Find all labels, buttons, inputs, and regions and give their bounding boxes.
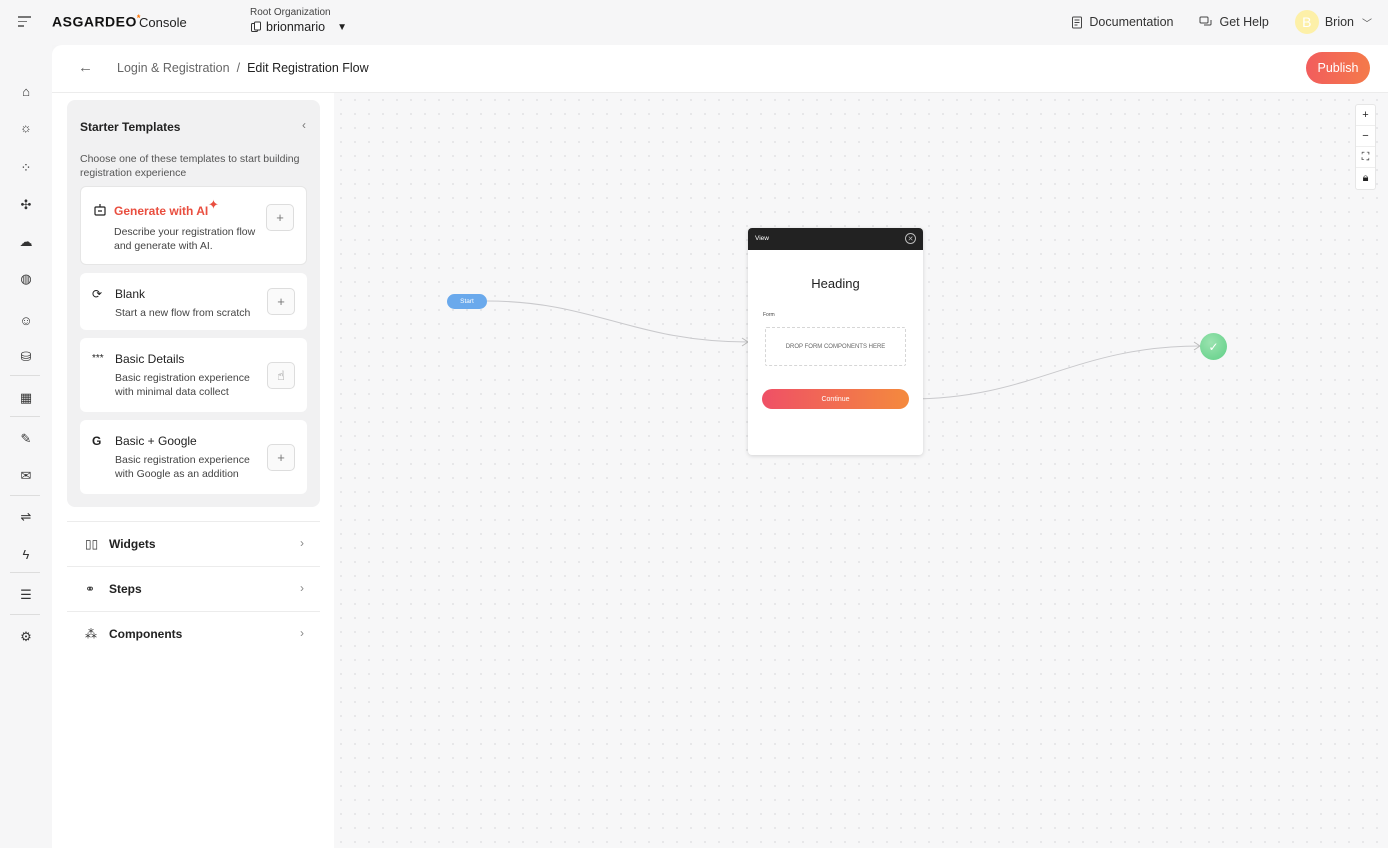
signature-icon[interactable]: ✎ [18,431,34,447]
template-desc: Start a new flow from scratch [115,307,251,319]
breadcrumb-current: Edit Registration Flow [247,61,369,75]
connections-icon[interactable]: ✣ [18,197,34,213]
template-name: Basic + Google [115,434,197,448]
ai-robot-icon [94,204,106,216]
password-icon: *** [92,353,104,364]
template-name: Generate with AI [114,204,209,218]
bulb-icon[interactable]: ☼ [18,119,34,135]
breadcrumb-separator: / [236,61,241,75]
user-icon[interactable]: ☺ [18,312,34,328]
organization-icon[interactable]: ▦ [18,390,34,406]
template-name: Blank [115,287,146,301]
add-template-button[interactable]: + [267,288,295,315]
hand-cursor-icon: ☝ [277,367,285,383]
starter-description: Choose one of these templates to start b… [80,153,300,179]
fit-view-icon[interactable]: ⛶ [1356,147,1375,168]
check-icon: ✓ [1208,339,1219,354]
zoom-out-icon[interactable]: − [1356,126,1375,147]
section-widgets[interactable]: ▯▯ Widgets › [67,521,320,566]
close-icon[interactable]: ✕ [905,233,916,244]
zoom-in-icon[interactable]: + [1356,105,1375,126]
components-icon: ⁂ [85,627,97,641]
chevron-down-icon: ▼ [337,21,347,33]
chevron-left-icon[interactable]: ‹ [302,118,306,132]
form-drop-zone[interactable]: DROP FORM COMPONENTS HERE [765,327,906,366]
org-selector[interactable]: brionmario ▼ [250,20,347,34]
flow-icon[interactable]: ⇌ [18,509,34,525]
user-menu[interactable]: B Brion ﹀ [1294,10,1372,34]
breadcrumb: Login & Registration / Edit Registration… [117,61,369,75]
user-name: Brion [1324,15,1354,29]
template-card-ai[interactable]: Generate with AI ✦ Describe your registr… [80,186,307,265]
console-label: Console [139,15,187,30]
zoom-controls: + − ⛶ 🔒︎ [1355,104,1376,190]
view-heading[interactable]: Heading [748,276,923,291]
apps-icon[interactable]: ⁘ [18,160,34,176]
asgardeo-logo[interactable]: ASGARDEO* [52,13,141,30]
top-bar: ASGARDEO* Console Root Organization brio… [0,0,1388,45]
view-header: View ✕ [748,228,923,250]
documentation-link[interactable]: Documentation [1071,15,1173,29]
template-name: Basic Details [115,352,185,366]
builder-panel: Starter Templates ‹ Choose one of these … [52,93,334,848]
chat-icon [1199,16,1212,25]
template-card-google[interactable]: G Basic + Google Basic registration expe… [80,420,307,494]
template-desc: Basic registration experience with minim… [115,372,250,398]
starter-templates: Starter Templates ‹ Choose one of these … [67,100,320,507]
continue-button[interactable]: Continue [762,389,909,409]
logs-icon[interactable]: ☰ [18,587,34,603]
refresh-icon: ⟳ [92,287,103,301]
flow-edges [486,300,1201,400]
steps-icon: ⚭ [85,582,96,596]
avatar: B [1294,10,1319,34]
google-icon: G [92,434,102,448]
template-card-basic[interactable]: *** Basic Details Basic registration exp… [80,338,307,412]
form-label: Form [763,312,775,318]
menu-icon[interactable] [18,16,31,27]
chevron-right-icon: › [300,581,304,595]
starter-title: Starter Templates [80,120,181,134]
sparkle-icon: ✦ [208,197,219,212]
add-template-button[interactable]: ☝ [267,362,295,389]
settings-icon[interactable]: ⚙ [18,629,34,645]
get-help-link[interactable]: Get Help [1199,15,1269,29]
publish-button[interactable]: Publish [1306,52,1370,84]
cloud-icon[interactable]: ☁ [18,234,34,250]
section-steps[interactable]: ⚭ Steps › [67,566,320,611]
template-card-blank[interactable]: ⟳ Blank Start a new flow from scratch + [80,273,307,330]
add-template-button[interactable]: + [266,204,294,231]
template-desc: Describe your registration flow and gene… [114,226,256,252]
database-icon[interactable]: ⛁ [18,349,34,365]
start-node[interactable]: Start [447,294,487,309]
home-icon[interactable]: ⌂ [18,83,34,99]
document-icon [1072,16,1083,28]
chevron-down-icon: ﹀ [1362,18,1372,30]
side-rail: ⌂ ☼ ⁘ ✣ ☁ ◍ ☺ ⛁ ▦ ✎ ✉ ⇌ ϟ ☰ ⚙ [0,45,52,848]
add-template-button[interactable]: + [267,444,295,471]
flow-canvas[interactable]: + − ⛶ 🔒︎ Start View ✕ Heading Form DROP … [334,93,1388,848]
palette-icon[interactable]: ◍ [18,271,34,287]
template-desc: Basic registration experience with Googl… [115,454,250,480]
view-step-node[interactable]: View ✕ Heading Form DROP FORM COMPONENTS… [748,228,923,455]
organization-icon [251,21,261,32]
lightning-icon[interactable]: ϟ [18,546,34,562]
edge-start-to-view [486,300,749,343]
org-label: Root Organization [250,7,331,18]
end-node[interactable]: ✓ [1200,333,1227,360]
breadcrumb-bar: ← Login & Registration / Edit Registrati… [52,45,1388,93]
chevron-right-icon: › [300,536,304,550]
org-name: brionmario [266,20,326,34]
lock-icon[interactable]: 🔒︎ [1356,168,1375,189]
back-arrow-icon[interactable]: ← [78,59,93,76]
section-components[interactable]: ⁂ Components › [67,611,320,656]
edge-view-to-end [908,345,1201,400]
chevron-right-icon: › [300,626,304,640]
widgets-icon: ▯▯ [85,537,99,551]
email-settings-icon[interactable]: ✉ [18,468,34,484]
breadcrumb-parent[interactable]: Login & Registration [117,61,230,75]
